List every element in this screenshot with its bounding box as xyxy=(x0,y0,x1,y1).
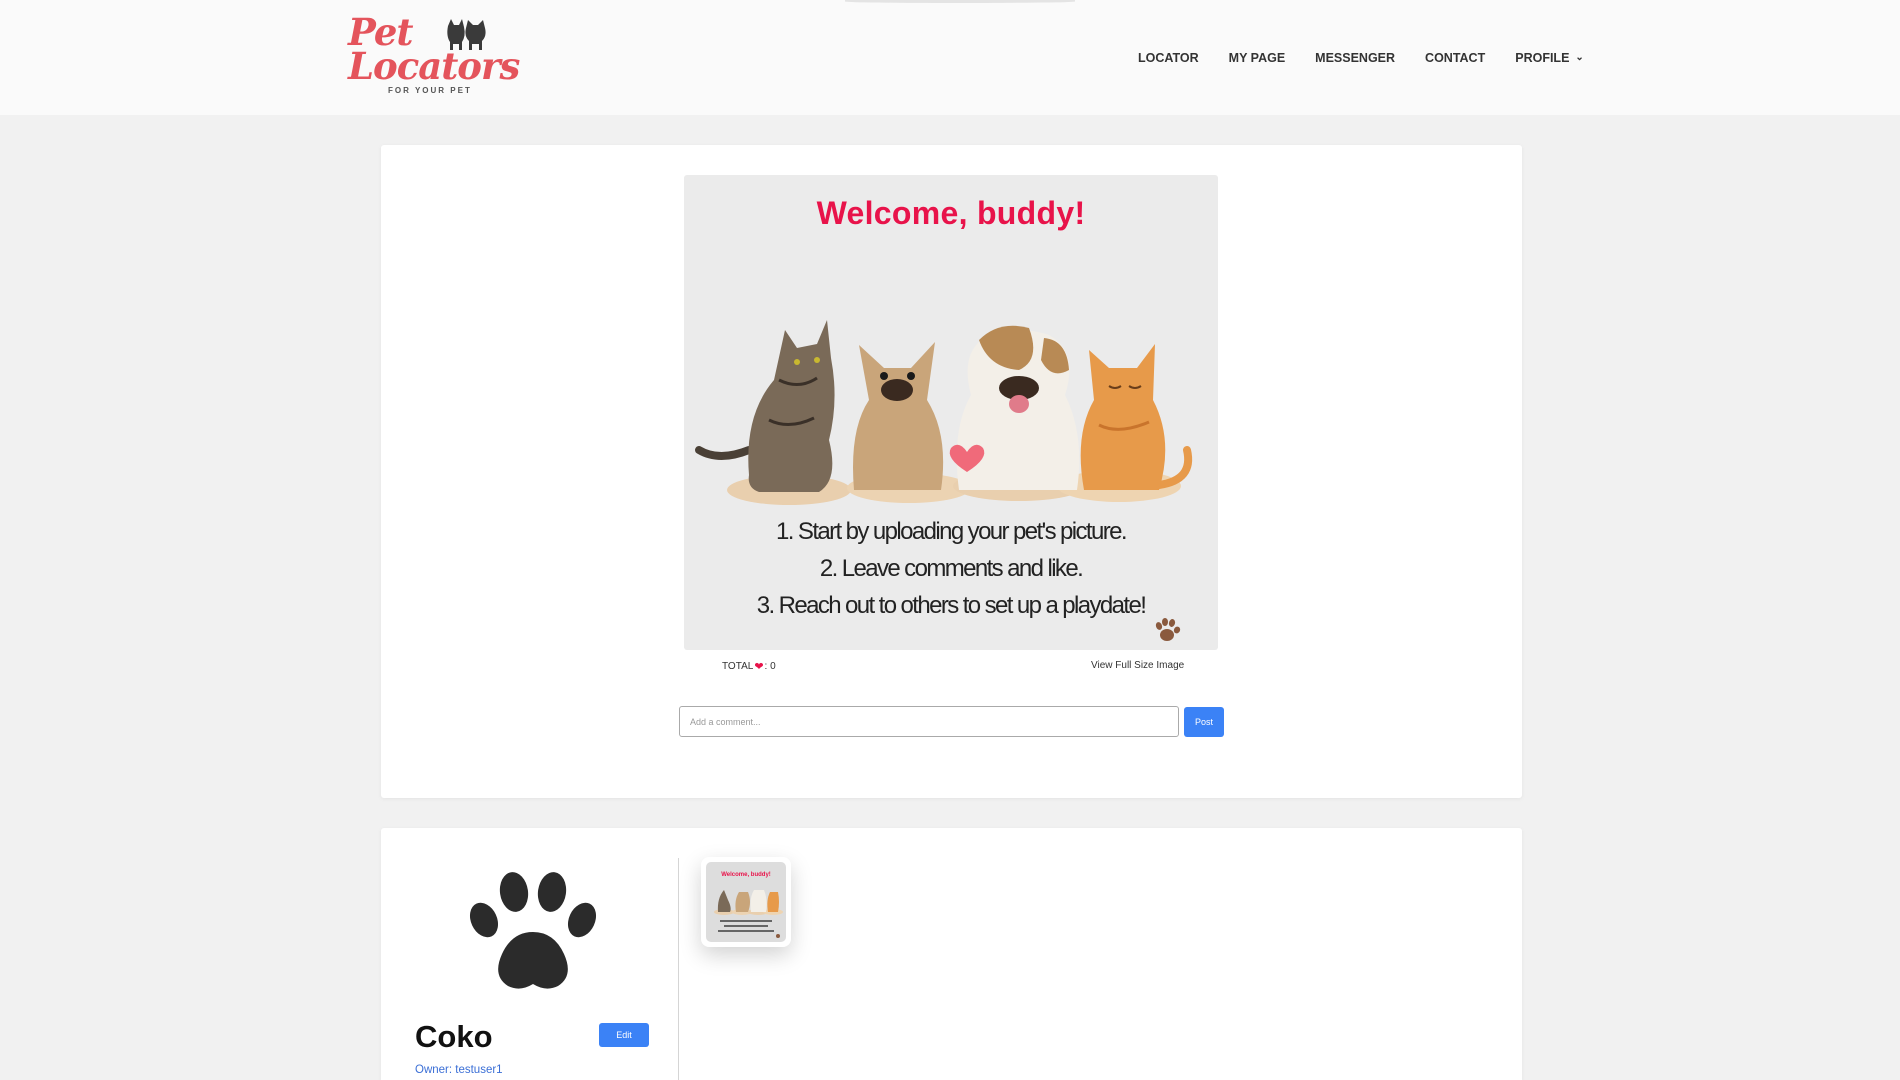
post-image[interactable]: Welcome, buddy! 1. Start by uploading yo… xyxy=(684,175,1218,650)
site-logo[interactable]: Pet Locators FOR YOUR PET xyxy=(346,12,520,100)
instructions-list: 1. Start by uploading your pet's picture… xyxy=(684,513,1218,624)
nav-messenger[interactable]: MESSENGER xyxy=(1315,51,1395,65)
view-full-size-link[interactable]: View Full Size Image xyxy=(1091,660,1184,671)
post-thumbnail[interactable]: Welcome, buddy! xyxy=(701,857,791,947)
instruction-step: 2. Leave comments and like. xyxy=(819,555,1084,582)
total-label: TOTAL xyxy=(722,661,754,672)
logo-text-line2: Locators xyxy=(348,44,520,88)
site-header: Pet Locators FOR YOUR PET LOCATOR MY PAG… xyxy=(0,0,1900,115)
nav-locator[interactable]: LOCATOR xyxy=(1138,51,1199,65)
post-comment-button[interactable]: Post xyxy=(1184,707,1224,737)
thumbnail-image: Welcome, buddy! xyxy=(706,862,786,942)
heart-icon[interactable]: ❤ xyxy=(754,660,763,673)
welcome-heading: Welcome, buddy! xyxy=(816,195,1086,231)
logo-tagline: FOR YOUR PET xyxy=(388,86,472,95)
comment-input[interactable] xyxy=(679,706,1179,737)
thumbnail-pets-art xyxy=(714,890,783,938)
cats-and-dogs-illustration xyxy=(695,320,1193,505)
pet-name: Coko xyxy=(415,1019,493,1054)
owner-link[interactable]: Owner: testuser1 xyxy=(415,1064,503,1076)
instruction-step: 1. Start by uploading your pet's picture… xyxy=(776,518,1127,545)
total-likes: TOTAL ❤ : 0 xyxy=(722,660,776,673)
profile-divider xyxy=(678,858,679,1080)
nav-profile-dropdown[interactable]: PROFILE ⌄ xyxy=(1515,51,1584,65)
main-nav: LOCATOR MY PAGE MESSENGER CONTACT PROFIL… xyxy=(1138,50,1614,66)
nav-contact[interactable]: CONTACT xyxy=(1425,51,1485,65)
paw-avatar-icon xyxy=(469,872,597,989)
cat-dog-silhouette-icon xyxy=(447,19,486,50)
edit-profile-button[interactable]: Edit xyxy=(599,1023,649,1047)
nav-my-page[interactable]: MY PAGE xyxy=(1229,51,1286,65)
chevron-down-icon: ⌄ xyxy=(1575,51,1584,63)
header-accent xyxy=(845,0,1075,3)
nav-profile-label: PROFILE xyxy=(1515,51,1570,65)
likes-count: : 0 xyxy=(764,661,776,672)
paw-icon xyxy=(1155,618,1181,641)
instruction-step: 3. Reach out to others to set up a playd… xyxy=(756,592,1147,619)
